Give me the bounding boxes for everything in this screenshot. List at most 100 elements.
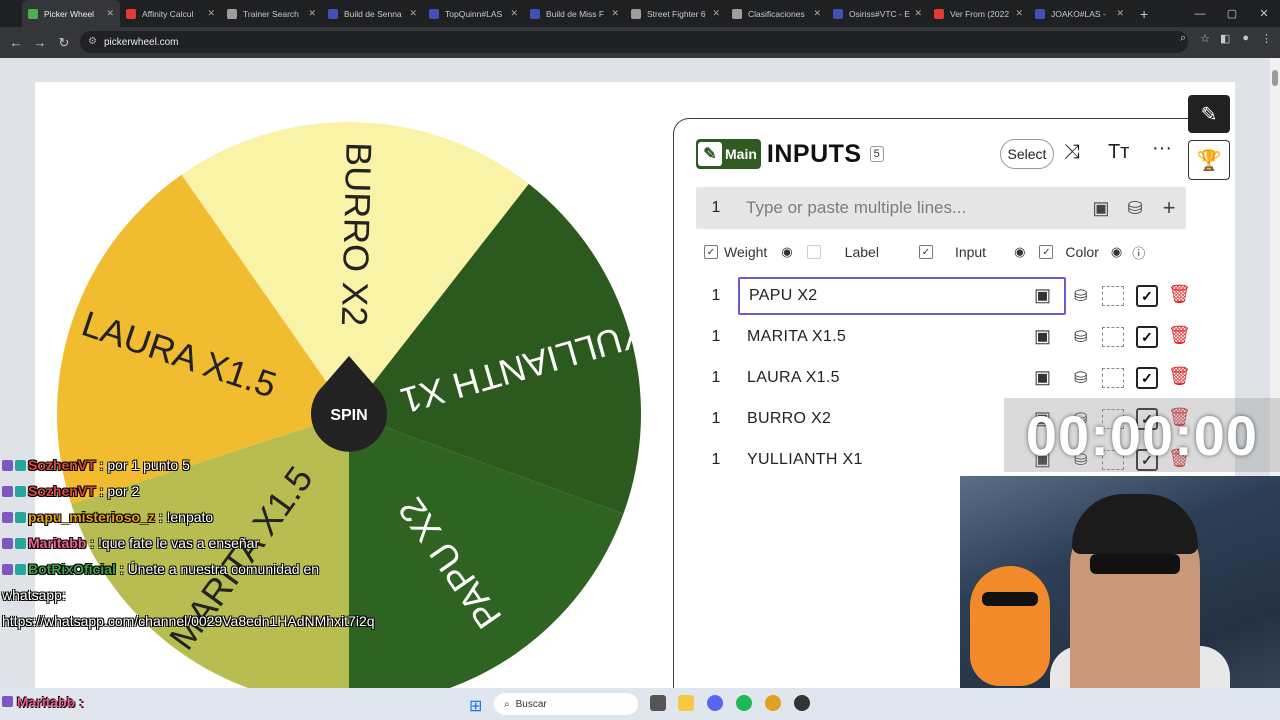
taskbar: ⊞ ⌕ Buscar <box>0 688 1280 720</box>
maximize-icon[interactable]: ▢ <box>1216 7 1248 20</box>
duplicate-icon[interactable] <box>1102 327 1124 347</box>
entry-weight[interactable]: 1 <box>696 369 736 387</box>
menu-icon[interactable]: ⋮ <box>1261 32 1272 45</box>
entry-prize-icon[interactable]: ⛁ <box>1074 286 1087 306</box>
entry-image-icon[interactable]: ▣ <box>1034 326 1051 347</box>
obs-icon[interactable] <box>794 695 810 711</box>
tab-close-icon[interactable]: ✕ <box>1015 8 1023 19</box>
entry-weight[interactable]: 1 <box>696 410 736 428</box>
tab-close-icon[interactable]: ✕ <box>409 8 417 19</box>
select-button[interactable]: Select <box>1000 139 1054 169</box>
column-toggles: ✓ Weight ◉ ✓ Label ✓ Input ◉ ✓ Color ◉ ⓘ <box>696 241 1186 263</box>
entry-prize-icon[interactable]: ⛁ <box>1074 327 1087 347</box>
input-checkbox[interactable]: ✓ <box>918 245 933 259</box>
browser-tab[interactable]: Ver From (2022 ✕ <box>928 0 1029 27</box>
tab-close-icon[interactable]: ✕ <box>510 8 518 19</box>
close-window-icon[interactable]: ✕ <box>1248 7 1280 20</box>
entry-text-field[interactable]: LAURA X1.5 <box>738 359 1066 397</box>
delete-icon[interactable]: 🗑 <box>1168 366 1191 387</box>
bookmark-star-icon[interactable]: ☆ <box>1200 32 1210 45</box>
chrome-icon[interactable] <box>765 695 781 711</box>
text-size-icon[interactable]: Tт <box>1108 141 1129 164</box>
duplicate-icon[interactable] <box>1102 368 1124 388</box>
chat-message: SozhenVT : por 2 <box>2 478 362 504</box>
browser-tab[interactable]: Osiriss#VTC - E ✕ <box>827 0 928 27</box>
scrollbar-thumb[interactable] <box>1272 70 1278 86</box>
duplicate-icon[interactable] <box>1102 286 1124 306</box>
tab-close-icon[interactable]: ✕ <box>813 8 821 19</box>
entry-enabled-checkbox[interactable]: ✓ <box>1136 326 1158 348</box>
add-entry-row: 1 Type or paste multiple lines... ▣ ⛁ + <box>696 187 1186 229</box>
entry-text-field[interactable]: MARITA X1.5 <box>738 318 1066 356</box>
weight-info-icon[interactable]: ◉ <box>781 244 792 260</box>
entry-enabled-checkbox[interactable]: ✓ <box>1136 367 1158 389</box>
edit-mode-button[interactable]: ✎ <box>1188 95 1230 133</box>
more-options-icon[interactable]: ··· <box>1152 137 1172 160</box>
reload-icon[interactable]: ↻ <box>52 35 76 51</box>
browser-tab[interactable]: Picker Wheel ✕ <box>22 0 120 27</box>
input-info-icon[interactable]: ◉ <box>1014 244 1025 260</box>
weight-checkbox[interactable]: ✓ <box>704 245 718 259</box>
site-settings-icon[interactable]: ⚙ <box>88 36 97 47</box>
chat-message: Maritabb : !que fate le vas a enseñar <box>2 530 362 556</box>
browser-tab[interactable]: Clasificaciones ✕ <box>726 0 827 27</box>
entry-weight[interactable]: 1 <box>696 451 736 469</box>
forward-icon[interactable]: → <box>28 35 52 50</box>
chat-username: SozhenVT <box>28 457 96 473</box>
help-info-icon[interactable]: ⓘ <box>1132 243 1145 262</box>
entry-enabled-checkbox[interactable]: ✓ <box>1136 285 1158 307</box>
tab-close-icon[interactable]: ✕ <box>106 8 114 19</box>
add-entry-weight[interactable]: 1 <box>696 199 736 217</box>
entry-weight[interactable]: 1 <box>696 328 736 346</box>
browser-tab[interactable]: TopQuinn#LAS ✕ <box>423 0 524 27</box>
shuffle-icon[interactable]: ⤨ <box>1064 141 1080 164</box>
new-tab-button[interactable]: + <box>1130 6 1158 22</box>
tab-favicon <box>227 8 237 19</box>
zoom-icon[interactable]: ⌕ <box>1180 32 1186 45</box>
tab-close-icon[interactable]: ✕ <box>207 8 215 19</box>
delete-icon[interactable]: 🗑 <box>1168 325 1191 346</box>
profile-icon[interactable]: ● <box>1242 32 1249 45</box>
tab-close-icon[interactable]: ✕ <box>712 8 720 19</box>
inputs-title: INPUTS <box>766 139 862 168</box>
results-trophy-button[interactable]: 🏆 <box>1188 140 1230 180</box>
browser-tab[interactable]: Affinity Calcul ✕ <box>120 0 221 27</box>
add-entry-input[interactable]: Type or paste multiple lines... <box>736 198 1084 218</box>
entry-prize-icon[interactable]: ⛁ <box>1074 368 1087 388</box>
windows-start-icon[interactable]: ⊞ <box>469 696 482 716</box>
add-image-icon[interactable]: ▣ <box>1084 198 1118 219</box>
extensions-icon[interactable]: ◧ <box>1220 32 1230 45</box>
entry-text-field[interactable]: PAPU X2 <box>738 277 1066 315</box>
url-field[interactable]: ⚙ pickerwheel.com <box>80 31 1188 53</box>
add-entry-plus-icon[interactable]: + <box>1152 195 1186 221</box>
entry-image-icon[interactable]: ▣ <box>1034 285 1051 306</box>
inputs-count-badge: 5 <box>869 146 884 162</box>
minimize-icon[interactable]: — <box>1184 8 1216 20</box>
discord-icon[interactable] <box>707 695 723 711</box>
task-view-icon[interactable] <box>650 695 666 711</box>
back-icon[interactable]: ← <box>4 35 28 50</box>
browser-tab[interactable]: JOAKO#LAS - ✕ <box>1029 0 1130 27</box>
main-tab[interactable]: ✎ Main <box>696 139 761 169</box>
tab-favicon <box>1035 8 1045 19</box>
browser-tab[interactable]: Trainer Search ✕ <box>221 0 322 27</box>
entry-image-icon[interactable]: ▣ <box>1034 367 1051 388</box>
color-checkbox[interactable]: ✓ <box>1039 245 1054 259</box>
tab-close-icon[interactable]: ✕ <box>611 8 619 19</box>
spin-label[interactable]: SPIN <box>330 407 367 424</box>
spotify-icon[interactable] <box>736 695 752 711</box>
delete-icon[interactable]: 🗑 <box>1168 284 1191 305</box>
browser-tab[interactable]: Build de Miss F ✕ <box>524 0 625 27</box>
label-checkbox[interactable]: ✓ <box>806 245 821 259</box>
tab-title: Build de Senna <box>344 8 402 19</box>
entry-weight[interactable]: 1 <box>696 287 736 305</box>
file-explorer-icon[interactable] <box>678 695 694 711</box>
color-info-icon[interactable]: ◉ <box>1111 244 1122 260</box>
tab-close-icon[interactable]: ✕ <box>308 8 316 19</box>
browser-tab[interactable]: Street Fighter 6 ✕ <box>625 0 726 27</box>
tab-close-icon[interactable]: ✕ <box>914 8 922 19</box>
taskbar-search[interactable]: ⌕ Buscar <box>494 693 638 715</box>
browser-tab[interactable]: Build de Senna ✕ <box>322 0 423 27</box>
tab-close-icon[interactable]: ✕ <box>1116 8 1124 19</box>
add-prize-icon[interactable]: ⛁ <box>1118 198 1152 219</box>
